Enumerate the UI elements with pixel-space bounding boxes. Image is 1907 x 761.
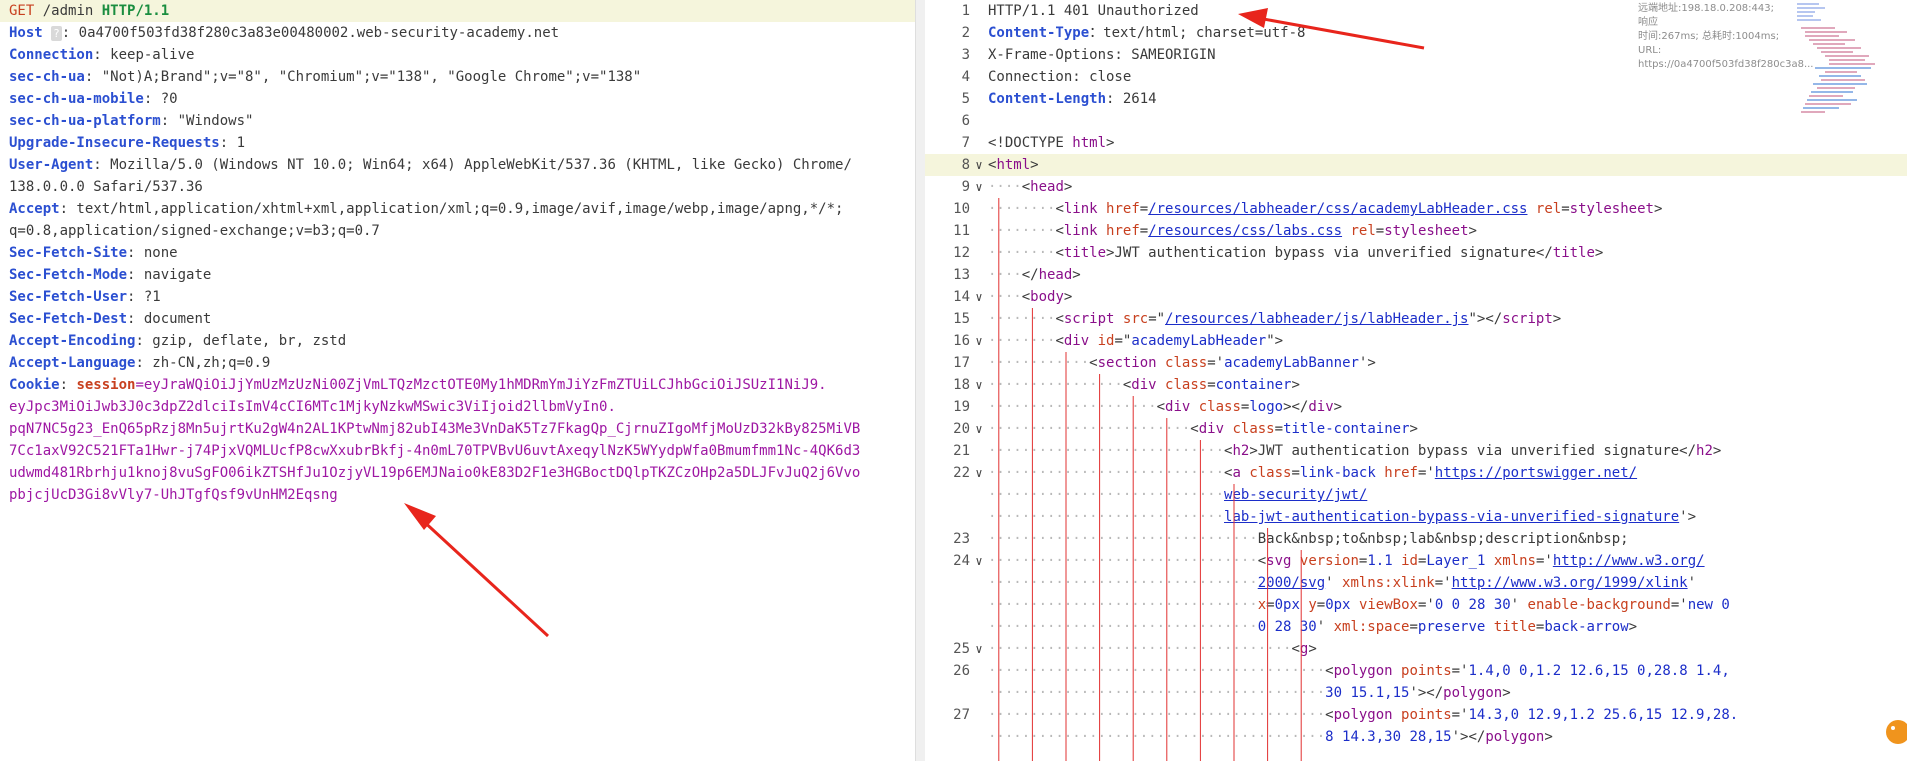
header-name: Accept	[9, 201, 60, 217]
header-value: : navigate	[127, 267, 212, 283]
header-name: Connection	[9, 47, 94, 63]
cookie-value: 7Cc1axV92C521FTa1Hwr-j74PjxVQMLUcfP8cwXx…	[9, 443, 861, 459]
request-line: Sec-Fetch-Site: none	[0, 242, 915, 264]
code-token: >	[1653, 201, 1663, 217]
request-line: Accept: text/html,application/xhtml+xml,…	[0, 198, 915, 220]
request-line: 7Cc1axV92C521FTa1Hwr-j74PjxVQMLUcfP8cwXx…	[0, 440, 915, 462]
request-line: Host ?: 0a4700f503fd38f280c3a83e00480002…	[0, 22, 915, 44]
code-token: h2	[1696, 443, 1713, 459]
header-name: Cookie	[9, 377, 60, 393]
header-value: : text/html,application/xhtml+xml,applic…	[59, 201, 844, 217]
header-value: : document	[127, 311, 212, 327]
code-minimap[interactable]	[1795, 0, 1887, 130]
header-value: : keep-alive	[93, 47, 195, 63]
request-line: Cookie: session=eyJraWQiOiJjYmUzMzUzNi00…	[0, 374, 915, 396]
request-line: eyJpc3MiOiJwb3J0c3dpZ2dlciIsImV4cCI6MTc1…	[0, 396, 915, 418]
header-name: Sec-Fetch-User	[9, 289, 128, 305]
cookie-value: =eyJraWQiOiJjYmUzMzUzNi00ZjVmLTQzMzctOTE…	[135, 377, 827, 393]
header-separator: :	[59, 377, 77, 393]
header-value: : ?1	[127, 289, 161, 305]
header-name: Sec-Fetch-Dest	[9, 311, 128, 327]
header-name: Accept-Encoding	[9, 333, 136, 349]
header-name: Sec-Fetch-Site	[9, 245, 128, 261]
request-protocol: HTTP/1.1	[101, 3, 170, 19]
code-token: ='	[1670, 597, 1688, 613]
request-line: Upgrade-Insecure-Requests: 1	[0, 132, 915, 154]
code-token: >	[1712, 443, 1722, 459]
header-name: sec-ch-ua-mobile	[9, 91, 144, 107]
code-token: '	[1687, 575, 1697, 591]
response-info-tooltip: 远端地址:198.18.0.208:443; 响应 时间:267ms; 总耗时:…	[1638, 3, 1814, 70]
header-name: User-Agent	[9, 157, 94, 173]
request-line: User-Agent: Mozilla/5.0 (Windows NT 10.0…	[0, 154, 915, 176]
request-line: sec-ch-ua-platform: "Windows"	[0, 110, 915, 132]
request-method: GET	[9, 3, 35, 19]
request-path: /admin	[34, 3, 102, 19]
header-value: : Mozilla/5.0 (Windows NT 10.0; Win64; x…	[93, 157, 852, 173]
request-line: Sec-Fetch-Mode: navigate	[0, 264, 915, 286]
header-value: : "Not)A;Brand";v="8", "Chromium";v="138…	[84, 69, 642, 85]
request-line: udwmd481Rbrhju1knoj8vuSgFO06ikZTSHfJu1Oz…	[0, 462, 915, 484]
request-line: q=0.8,application/signed-exchange;v=b3;q…	[0, 220, 915, 242]
request-line: pqN7NC5g23_EnQ65pRzj8Mn5ujrtKu2gW4n2AL1K…	[0, 418, 915, 440]
header-value: : 1	[219, 135, 246, 151]
header-name: Accept-Language	[9, 355, 136, 371]
request-line: Connection: keep-alive	[0, 44, 915, 66]
request-editor[interactable]: GET /admin HTTP/1.1 Host ?: 0a4700f503fd3…	[0, 0, 915, 761]
request-line: GET /admin HTTP/1.1	[0, 0, 915, 22]
cookie-value: pbjcjUcD3Gi8vVly7-UhJTgfQsf9vUnHM2Eqsng	[9, 487, 338, 503]
request-line: sec-ch-ua: "Not)A;Brand";v="8", "Chromiu…	[0, 66, 915, 88]
request-line: Accept-Language: zh-CN,zh;q=0.9	[0, 352, 915, 374]
header-value: : "Windows"	[160, 113, 254, 129]
indent-guides	[998, 198, 1302, 761]
response-viewer[interactable]: 1 HTTP/1.1 401 Unauthorized 2 Content-Type：…	[925, 0, 1907, 761]
request-line: Sec-Fetch-Dest: document	[0, 308, 915, 330]
header-value: : none	[127, 245, 178, 261]
cookie-value: eyJpc3MiOiJwb3J0c3dpZ2dlciIsImV4cCI6MTc1…	[9, 399, 616, 415]
request-line: Sec-Fetch-User: ?1	[0, 286, 915, 308]
header-value: : zh-CN,zh;q=0.9	[135, 355, 271, 371]
code-token: >	[1628, 619, 1638, 635]
header-value: : 0a4700f503fd38f280c3a83e00480002.web-s…	[61, 25, 560, 41]
request-line: Accept-Encoding: gzip, deflate, br, zstd	[0, 330, 915, 352]
code-token: new 0	[1687, 597, 1730, 613]
header-value: q=0.8,application/signed-exchange;v=b3;q…	[9, 223, 380, 239]
header-value: : ?0	[143, 91, 178, 107]
request-line: sec-ch-ua-mobile: ?0	[0, 88, 915, 110]
header-name: sec-ch-ua-platform	[9, 113, 161, 129]
header-name: sec-ch-ua	[9, 69, 85, 85]
header-value: : gzip, deflate, br, zstd	[135, 333, 347, 349]
header-name: Host	[9, 25, 43, 41]
request-line: pbjcjUcD3Gi8vVly7-UhJTgfQsf9vUnHM2Eqsng	[0, 484, 915, 506]
header-name: Upgrade-Insecure-Requests	[9, 135, 220, 151]
cookie-value: udwmd481Rbrhju1knoj8vuSgFO06ikZTSHfJu1Oz…	[9, 465, 861, 481]
code-token: '>	[1679, 509, 1697, 525]
cookie-name: session	[76, 377, 136, 393]
header-name: Sec-Fetch-Mode	[9, 267, 128, 283]
cookie-value: pqN7NC5g23_EnQ65pRzj8Mn5ujrtKu2gW4n2AL1K…	[9, 421, 861, 437]
help-badge-icon[interactable]: ?	[51, 25, 62, 41]
request-line: 138.0.0.0 Safari/537.36	[0, 176, 915, 198]
header-value: 138.0.0.0 Safari/537.36	[9, 179, 203, 195]
